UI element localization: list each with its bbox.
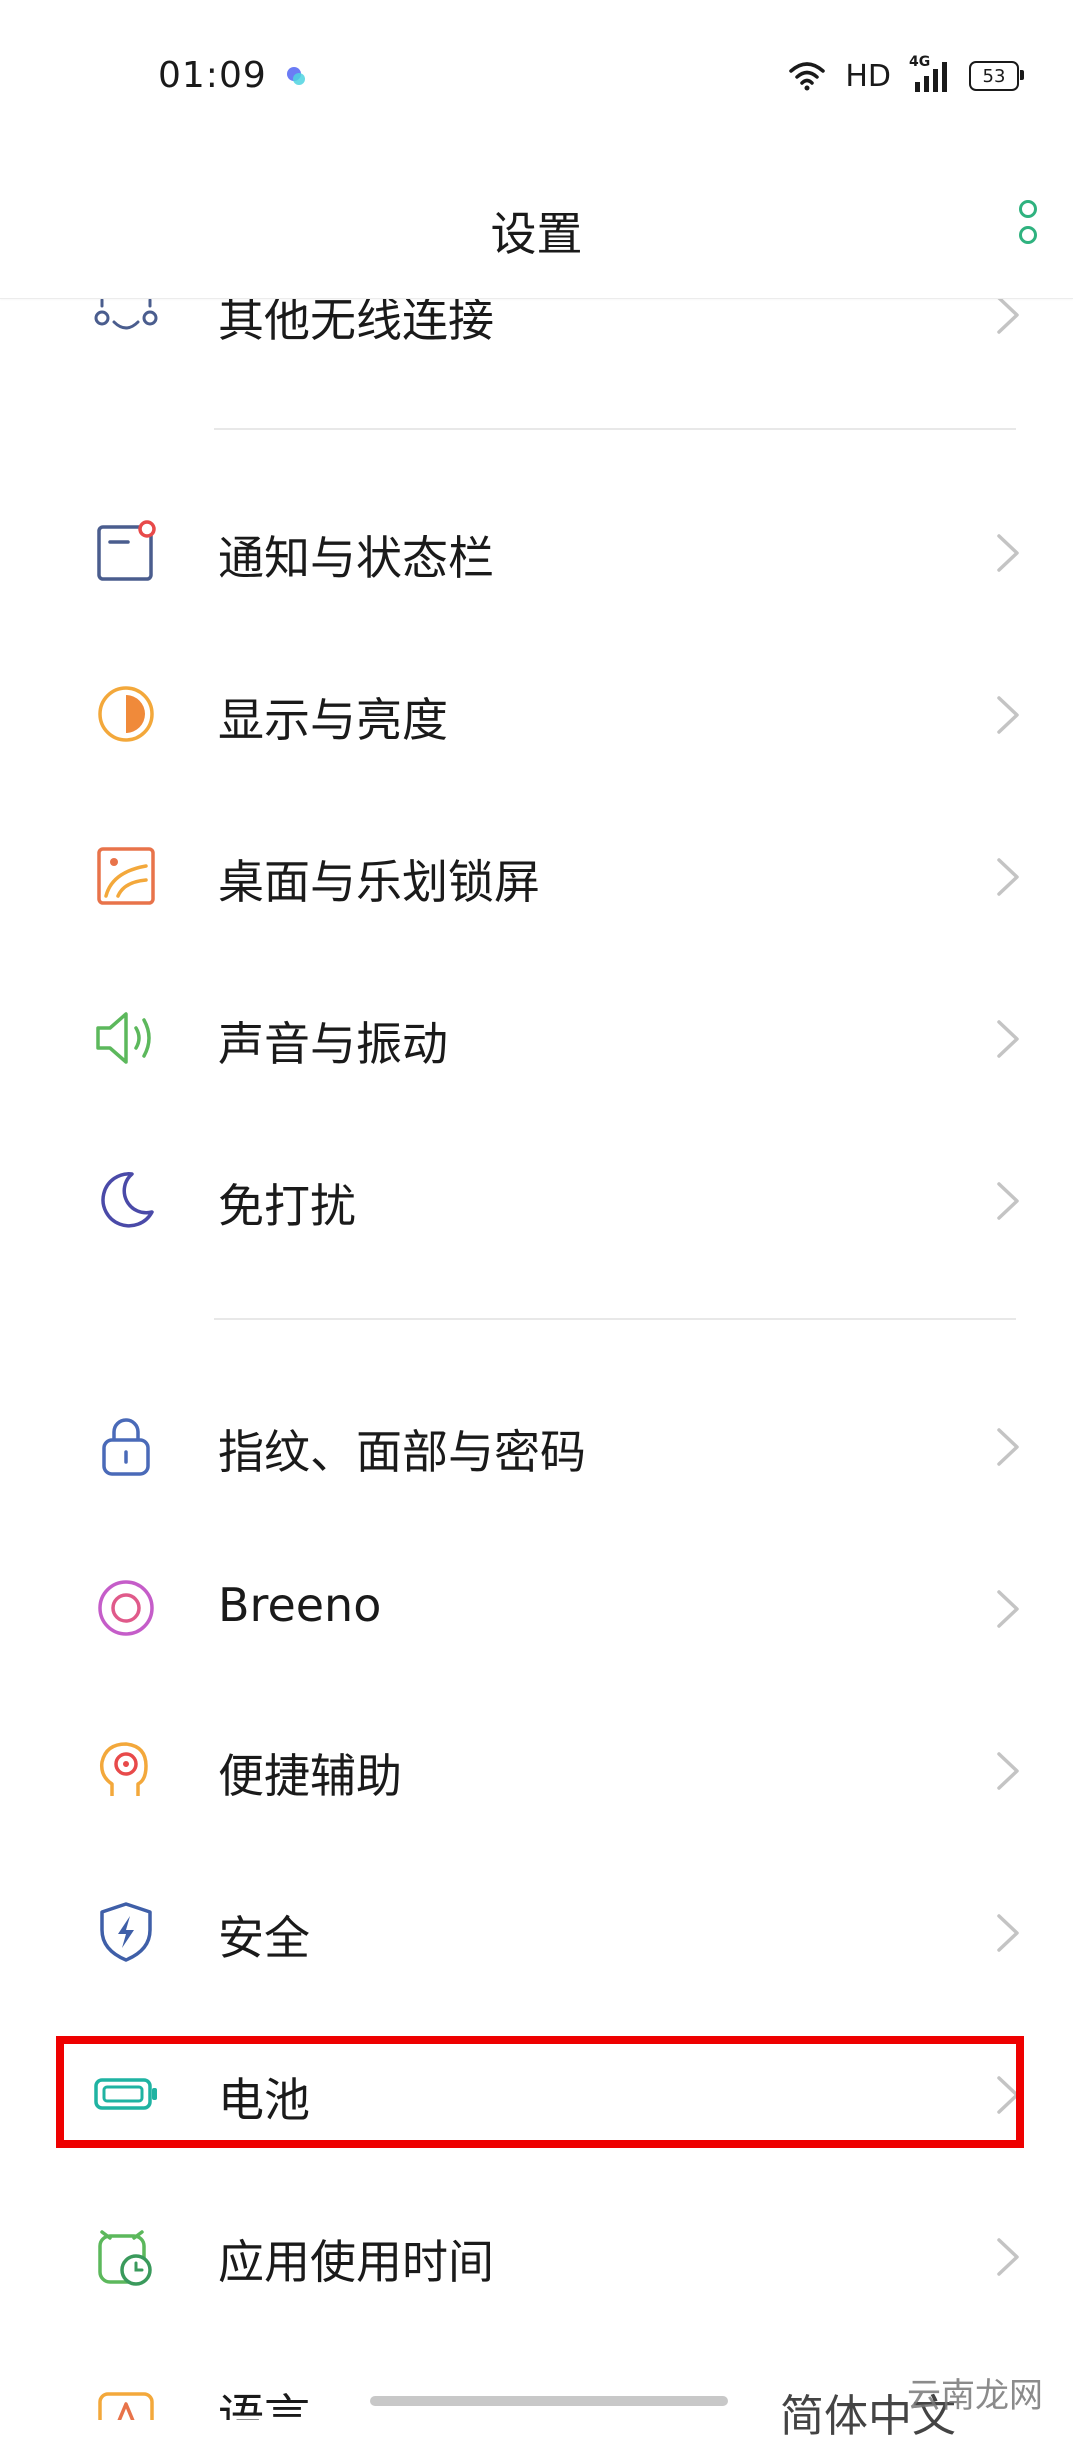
settings-item-do-not-disturb[interactable]: 免打扰 bbox=[0, 1120, 1073, 1280]
settings-item-app-usage-time[interactable]: 应用使用时间 bbox=[0, 2176, 1073, 2336]
watermark-text: 云南龙网 bbox=[907, 2376, 1043, 2416]
wallpaper-icon bbox=[97, 847, 155, 905]
home-indicator[interactable] bbox=[370, 2396, 728, 2406]
app-bar: 设置 bbox=[0, 150, 1073, 299]
cell-signal-icon: 4G bbox=[909, 54, 951, 94]
notification-icon bbox=[97, 520, 156, 581]
language-icon bbox=[98, 2392, 154, 2420]
settings-item-convenience-assist[interactable]: 便捷辅助 bbox=[0, 1690, 1073, 1850]
more-options-icon[interactable] bbox=[1001, 198, 1051, 252]
settings-item-label: 应用使用时间 bbox=[218, 2235, 494, 2289]
chevron-right-icon bbox=[997, 2238, 1019, 2276]
chevron-right-icon bbox=[997, 1020, 1019, 1058]
app-timer-icon bbox=[98, 2230, 152, 2286]
chevron-right-icon bbox=[997, 1590, 1019, 1628]
chevron-right-icon bbox=[997, 534, 1019, 572]
sound-icon bbox=[96, 1012, 151, 1064]
battery-status-icon: 53 bbox=[969, 61, 1024, 91]
chevron-right-icon bbox=[997, 1428, 1019, 1466]
settings-item-label: 桌面与乐划锁屏 bbox=[218, 855, 540, 909]
settings-item-label: 声音与振动 bbox=[218, 1017, 448, 1071]
settings-item-display[interactable]: 显示与亮度 bbox=[0, 634, 1073, 794]
status-icons: HD 4G 53 bbox=[787, 54, 1024, 96]
section-divider bbox=[214, 428, 1016, 430]
chevron-right-icon bbox=[997, 858, 1019, 896]
settings-item-label: 便捷辅助 bbox=[218, 1749, 402, 1803]
chevron-right-icon bbox=[997, 1182, 1019, 1220]
status-bar: 01:09 HD 4G 53 bbox=[0, 0, 1073, 150]
settings-item-label: 指纹、面部与密码 bbox=[218, 1425, 586, 1479]
lock-icon bbox=[102, 1418, 150, 1476]
battery-level: 53 bbox=[982, 65, 1006, 87]
settings-item-notifications[interactable]: 通知与状态栏 bbox=[0, 472, 1073, 632]
moon-icon bbox=[101, 1172, 154, 1228]
chevron-right-icon bbox=[997, 1752, 1019, 1790]
settings-item-fingerprint-face-password[interactable]: 指纹、面部与密码 bbox=[0, 1366, 1073, 1526]
settings-item-label: 语言 bbox=[218, 2389, 310, 2420]
settings-item-sound[interactable]: 声音与振动 bbox=[0, 958, 1073, 1118]
page-title: 设置 bbox=[490, 207, 583, 261]
settings-item-label: 显示与亮度 bbox=[218, 693, 448, 747]
settings-item-label: Breeno bbox=[218, 1578, 382, 1632]
settings-item-security[interactable]: 安全 bbox=[0, 1852, 1073, 2012]
settings-item-home-lockscreen[interactable]: 桌面与乐划锁屏 bbox=[0, 796, 1073, 956]
highlight-box bbox=[56, 2036, 1024, 2148]
settings-item-breeno[interactable]: Breeno bbox=[0, 1528, 1073, 1688]
shield-icon bbox=[100, 1902, 152, 1962]
assist-icon bbox=[99, 1742, 148, 1796]
hd-label: HD bbox=[845, 58, 891, 94]
settings-item-label: 安全 bbox=[218, 1911, 310, 1965]
section-divider bbox=[214, 1318, 1016, 1320]
breeno-icon bbox=[98, 1580, 154, 1636]
brightness-icon bbox=[98, 686, 154, 742]
status-time: 01:09 bbox=[158, 55, 267, 96]
settings-item-label: 免打扰 bbox=[218, 1179, 356, 1233]
chevron-right-icon bbox=[997, 696, 1019, 734]
settings-item-label: 通知与状态栏 bbox=[218, 531, 494, 585]
wifi-icon bbox=[789, 62, 826, 91]
assistant-dot-icon bbox=[287, 67, 305, 85]
chevron-right-icon bbox=[997, 1914, 1019, 1952]
